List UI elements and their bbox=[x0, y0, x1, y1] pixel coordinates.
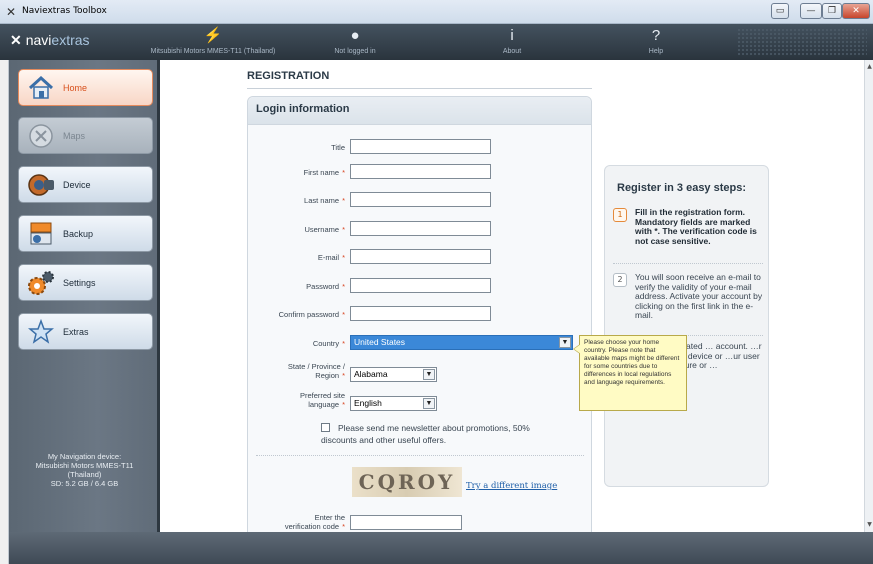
last-name-input[interactable] bbox=[350, 192, 491, 207]
sidebar-item-extras[interactable]: Extras bbox=[18, 313, 153, 350]
newsletter-option[interactable]: Please send me newsletter about promotio… bbox=[321, 422, 561, 446]
state-value: Alabama bbox=[354, 369, 388, 379]
device-storage: SD: 5.2 GB / 6.4 GB bbox=[50, 479, 119, 488]
try-different-image-link[interactable]: Try a different image bbox=[466, 481, 557, 491]
sidebar-item-label: Backup bbox=[63, 228, 94, 239]
password-label: Password * bbox=[306, 282, 345, 291]
sidebar-item-label: Settings bbox=[63, 277, 96, 288]
chevron-down-icon: ▼ bbox=[423, 398, 435, 409]
device-info-line: (Thailand) bbox=[67, 470, 102, 479]
home-icon bbox=[27, 74, 55, 102]
sidebar-item-label: Home bbox=[63, 82, 88, 93]
sidebar-item-backup[interactable]: Backup bbox=[18, 215, 153, 252]
maps-icon bbox=[27, 122, 55, 150]
about-label: About bbox=[502, 48, 522, 55]
sidebar: Home Maps Device Backup Settings Extras … bbox=[9, 60, 160, 532]
window-titlebar: ✕ Naviextras Toolbox ▭ — ❐ ✕ bbox=[0, 0, 873, 24]
plug-icon: ⚡ bbox=[203, 27, 223, 44]
sidebar-item-maps[interactable]: Maps bbox=[18, 117, 153, 154]
main-content: REGISTRATION Login information Title Fir… bbox=[161, 60, 864, 532]
verification-label: Enter the verification code * bbox=[284, 513, 345, 531]
device-status-button[interactable]: ⚡ Mitsubishi Motors MMES-T11 (Thailand) bbox=[148, 26, 278, 55]
close-button[interactable]: ✕ bbox=[842, 3, 870, 19]
sidebar-item-label: Extras bbox=[63, 326, 89, 337]
step-number: 1 bbox=[613, 208, 627, 222]
country-value: United States bbox=[354, 337, 406, 347]
first-name-label: First name * bbox=[303, 168, 345, 177]
title-input[interactable] bbox=[350, 139, 491, 154]
help-label: Help bbox=[648, 48, 664, 55]
minimize-button[interactable]: — bbox=[800, 3, 822, 19]
form-divider bbox=[256, 455, 584, 456]
email-input[interactable] bbox=[350, 249, 491, 264]
device-info-line: My Navigation device: bbox=[47, 452, 122, 461]
vertical-scrollbar[interactable]: ▲ ▼ bbox=[864, 60, 873, 532]
sidebar-item-label: Maps bbox=[63, 130, 86, 141]
state-select[interactable]: Alabama ▼ bbox=[350, 367, 437, 382]
language-select[interactable]: English ▼ bbox=[350, 396, 437, 411]
confirm-password-input[interactable] bbox=[350, 306, 491, 321]
app-x-icon: ✕ bbox=[6, 5, 17, 19]
form-title: Login information bbox=[248, 97, 591, 125]
verification-input[interactable] bbox=[350, 515, 462, 530]
maximize-button[interactable]: ❐ bbox=[822, 3, 842, 19]
restore-small-icon[interactable]: ▭ bbox=[771, 3, 789, 19]
country-label: Country * bbox=[312, 339, 345, 348]
steps-panel: Register in 3 easy steps: 1 Fill in the … bbox=[604, 165, 769, 487]
settings-icon bbox=[27, 269, 55, 297]
window-title: Naviextras Toolbox bbox=[22, 6, 107, 16]
backup-icon bbox=[27, 220, 55, 248]
steps-title: Register in 3 easy steps: bbox=[617, 182, 747, 194]
title-divider bbox=[247, 88, 592, 89]
extras-icon bbox=[27, 318, 55, 346]
sidebar-item-label: Device bbox=[63, 179, 91, 190]
scroll-down-icon[interactable]: ▼ bbox=[865, 520, 873, 530]
first-name-input[interactable] bbox=[350, 164, 491, 179]
app-header: ✕ naviextras ⚡ Mitsubishi Motors MMES-T11… bbox=[0, 24, 873, 60]
sidebar-item-home[interactable]: Home bbox=[18, 69, 153, 106]
login-status-button[interactable]: ● Not logged in bbox=[325, 26, 385, 55]
step-text: You will soon receive an e-mail to verif… bbox=[635, 272, 763, 320]
language-value: English bbox=[354, 398, 382, 408]
device-icon bbox=[27, 171, 55, 199]
language-label: Preferred site language * bbox=[299, 391, 345, 409]
chevron-down-icon: ▼ bbox=[423, 369, 435, 380]
login-info-form: Login information Title First name * Last… bbox=[247, 96, 592, 532]
page-title: REGISTRATION bbox=[247, 70, 330, 82]
confirm-password-label: Confirm password * bbox=[278, 310, 345, 319]
state-label: State / Province / Region * bbox=[287, 362, 345, 380]
device-info: My Navigation device: Mitsubishi Motors … bbox=[9, 452, 160, 488]
device-status-label: Mitsubishi Motors MMES-T11 (Thailand) bbox=[150, 48, 276, 55]
about-button[interactable]: i About bbox=[492, 26, 532, 55]
app-footer bbox=[9, 532, 873, 564]
window-left-edge bbox=[0, 60, 9, 564]
header-pattern bbox=[737, 28, 867, 56]
last-name-label: Last name * bbox=[304, 196, 345, 205]
step-divider bbox=[613, 263, 763, 264]
sidebar-item-settings[interactable]: Settings bbox=[18, 264, 153, 301]
username-input[interactable] bbox=[350, 221, 491, 236]
user-icon: ● bbox=[350, 27, 360, 44]
username-label: Username * bbox=[304, 225, 345, 234]
login-status-label: Not logged in bbox=[334, 48, 376, 55]
captcha-image: CQROY bbox=[352, 467, 462, 497]
newsletter-label: Please send me newsletter about promotio… bbox=[321, 423, 530, 445]
naviextras-logo: ✕ naviextras bbox=[10, 32, 90, 48]
logo-x-icon: ✕ bbox=[10, 32, 22, 48]
help-button[interactable]: ? Help bbox=[636, 26, 676, 55]
step-text: Fill in the registration form. Mandatory… bbox=[635, 207, 757, 246]
help-icon: ? bbox=[651, 27, 661, 44]
device-info-line: Mitsubishi Motors MMES-T11 bbox=[35, 461, 134, 470]
step-number: 2 bbox=[613, 273, 627, 287]
country-tooltip: Please choose your home country. Please … bbox=[573, 335, 687, 411]
email-label: E-mail * bbox=[317, 253, 345, 262]
info-icon: i bbox=[510, 27, 514, 44]
password-input[interactable] bbox=[350, 278, 491, 293]
chevron-down-icon: ▼ bbox=[559, 337, 571, 348]
scroll-up-icon[interactable]: ▲ bbox=[865, 62, 873, 72]
title-label: Title bbox=[331, 143, 345, 152]
sidebar-item-device[interactable]: Device bbox=[18, 166, 153, 203]
country-select[interactable]: United States ▼ bbox=[350, 335, 573, 350]
newsletter-checkbox[interactable] bbox=[321, 423, 330, 432]
